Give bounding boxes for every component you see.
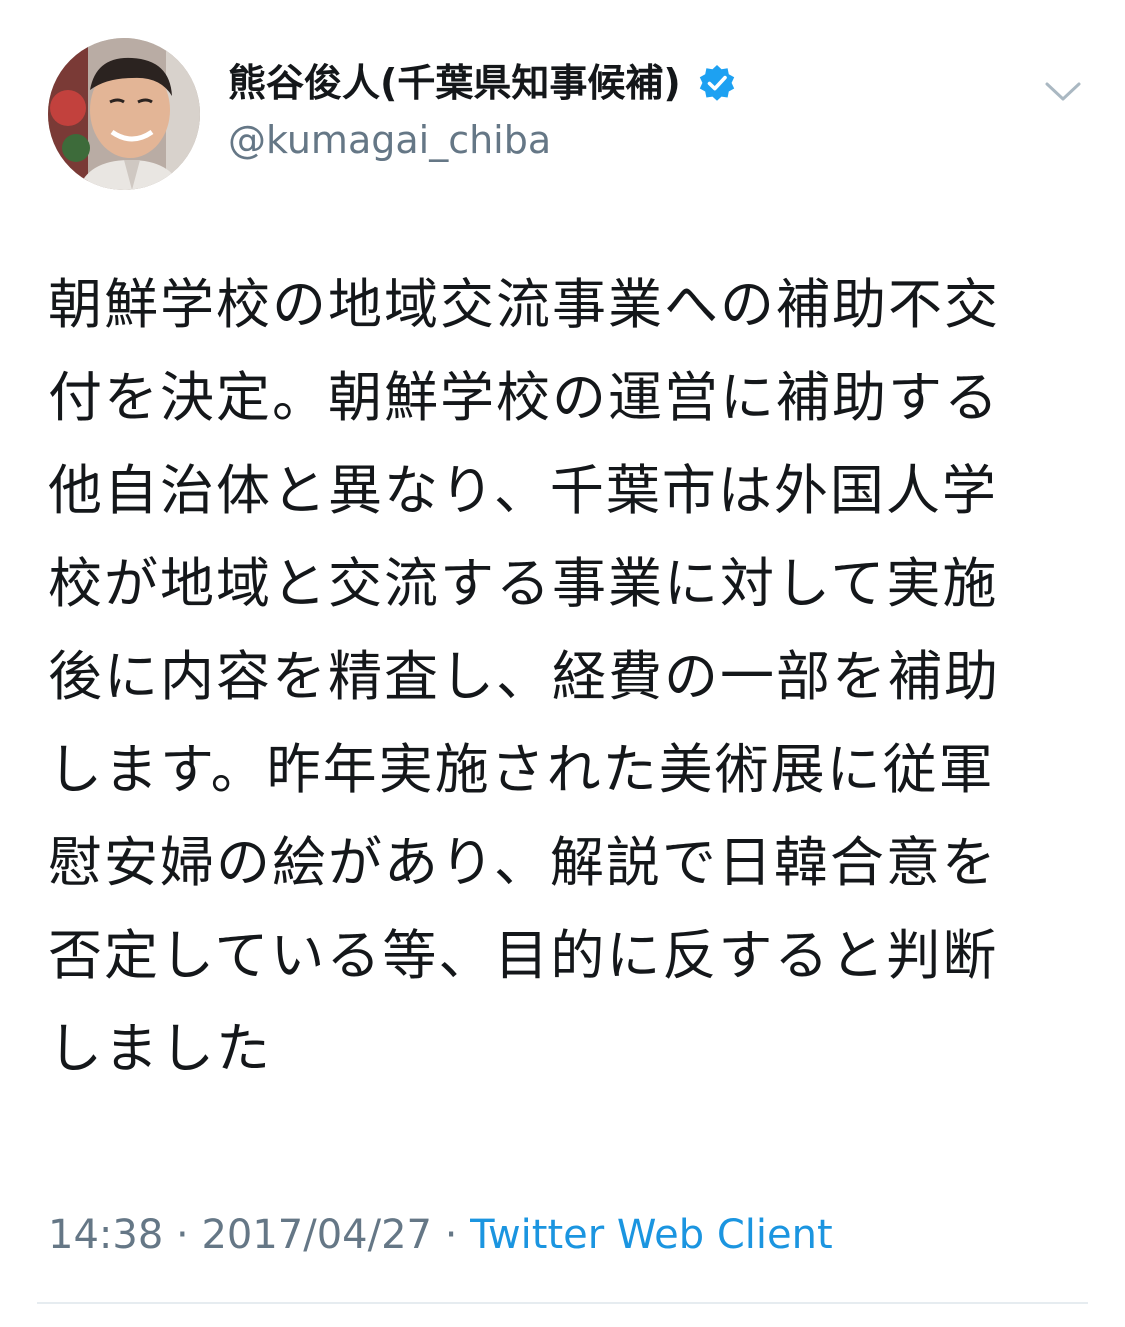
tweet-card: 熊谷俊人(千葉県知事候補) @kumagai_chiba 朝鮮学校の地域交流事業…	[0, 0, 1125, 1327]
meta-separator: ·	[444, 1212, 458, 1258]
avatar[interactable]	[48, 38, 200, 190]
chevron-down-icon[interactable]	[1040, 72, 1086, 112]
author-name[interactable]: 熊谷俊人(千葉県知事候補)	[228, 58, 737, 108]
tweet-meta: 14:38 · 2017/04/27 · Twitter Web Client	[48, 1208, 833, 1262]
tweet-source-link[interactable]: Twitter Web Client	[470, 1212, 833, 1258]
tweet-time[interactable]: 14:38	[48, 1212, 163, 1258]
author-display-name: 熊谷俊人(千葉県知事候補)	[228, 61, 681, 105]
tweet-text: 朝鮮学校の地域交流事業への補助不交付を決定。朝鮮学校の運営に補助する他自治体と異…	[48, 273, 1000, 1080]
verified-badge-icon	[697, 63, 737, 103]
avatar-photo	[48, 38, 200, 190]
divider	[37, 1302, 1088, 1304]
tweet-date[interactable]: 2017/04/27	[201, 1212, 432, 1258]
author-handle[interactable]: @kumagai_chiba	[228, 115, 551, 165]
meta-separator: ·	[176, 1212, 189, 1258]
